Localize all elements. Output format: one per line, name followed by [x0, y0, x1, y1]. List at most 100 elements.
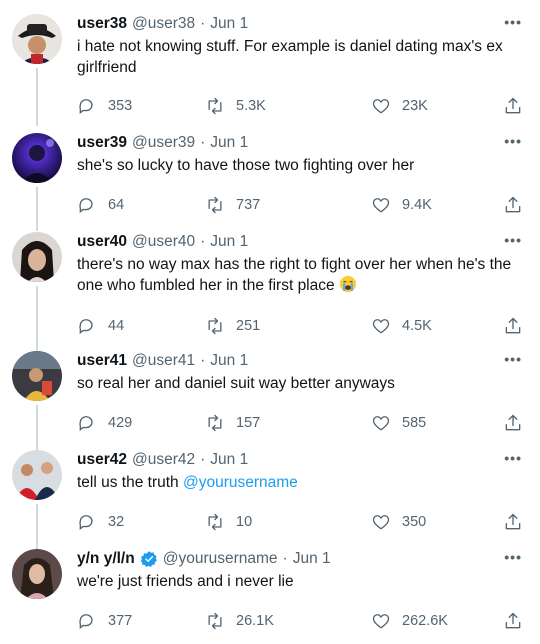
share-icon: [505, 317, 521, 334]
reply-button[interactable]: 64: [77, 195, 124, 215]
reply-count: 32: [108, 514, 125, 530]
reply-button[interactable]: 32: [77, 512, 124, 532]
more-options-icon[interactable]: •••: [504, 450, 522, 466]
more-options-icon[interactable]: •••: [504, 351, 522, 367]
username[interactable]: @user38: [132, 15, 195, 33]
like-button[interactable]: 585: [371, 413, 426, 433]
more-options-icon[interactable]: •••: [504, 232, 522, 248]
like-button[interactable]: 262.6K: [371, 611, 448, 631]
heart-icon: [372, 198, 390, 213]
tweet-actions: 353 5.3K 23K: [77, 96, 527, 118]
tweet-actions: 377 26.1K 262.6K: [77, 611, 527, 633]
share-button[interactable]: [503, 316, 534, 336]
reply-button[interactable]: 44: [77, 316, 124, 336]
separator: ·: [282, 550, 288, 567]
retweet-button[interactable]: 157: [205, 413, 260, 433]
timestamp[interactable]: Jun 1: [210, 451, 248, 469]
reply-icon: [79, 515, 93, 531]
like-button[interactable]: 23K: [371, 96, 428, 116]
retweet-icon: [208, 317, 222, 335]
retweet-button[interactable]: 737: [205, 195, 260, 215]
share-icon: [505, 513, 521, 530]
username[interactable]: @user42: [132, 451, 195, 469]
username[interactable]: @user39: [132, 134, 195, 152]
reply-count: 44: [108, 318, 125, 334]
tweet-actions: 44 251 4.5K: [77, 316, 527, 338]
like-button[interactable]: 4.5K: [371, 316, 432, 336]
retweet-count: 26.1K: [236, 613, 274, 629]
avatar[interactable]: [12, 14, 62, 64]
timestamp[interactable]: Jun 1: [293, 550, 331, 568]
avatar[interactable]: [12, 549, 62, 599]
reply-icon: [79, 416, 93, 432]
avatar[interactable]: [12, 232, 62, 282]
reply-icon: [79, 198, 93, 214]
timestamp[interactable]: Jun 1: [210, 233, 248, 251]
reply-button[interactable]: 377: [77, 611, 132, 631]
retweet-count: 10: [236, 514, 253, 530]
share-button[interactable]: [503, 413, 534, 433]
reply-count: 64: [108, 197, 125, 213]
username[interactable]: @yourusername: [163, 550, 278, 568]
username[interactable]: @user41: [132, 352, 195, 370]
more-options-icon[interactable]: •••: [504, 133, 522, 149]
more-options-icon[interactable]: •••: [504, 14, 522, 30]
thread-line: [36, 286, 38, 353]
thread-line: [36, 187, 38, 231]
timestamp[interactable]: Jun 1: [210, 134, 248, 152]
like-count: 23K: [402, 98, 428, 114]
display-name[interactable]: user41: [77, 352, 127, 370]
avatar[interactable]: [12, 133, 62, 183]
timestamp[interactable]: Jun 1: [210, 15, 248, 33]
reply-count: 429: [108, 415, 133, 431]
retweet-icon: [208, 97, 222, 115]
tweet-text: i hate not knowing stuff. For example is…: [77, 38, 503, 76]
separator: ·: [200, 233, 206, 250]
like-count: 9.4K: [402, 197, 432, 213]
timestamp[interactable]: Jun 1: [210, 352, 248, 370]
reply-icon: [79, 614, 93, 630]
reply-count: 377: [108, 613, 133, 629]
like-button[interactable]: 350: [371, 512, 426, 532]
username[interactable]: @user40: [132, 233, 195, 251]
mention-link[interactable]: @yourusername: [183, 474, 298, 491]
retweet-icon: [208, 612, 222, 630]
separator: ·: [200, 134, 206, 151]
thread-line: [36, 68, 38, 126]
share-button[interactable]: [503, 611, 534, 631]
thread-line: [36, 405, 38, 452]
retweet-count: 157: [236, 415, 261, 431]
like-count: 4.5K: [402, 318, 432, 334]
display-name[interactable]: user39: [77, 134, 127, 152]
heart-icon: [372, 515, 390, 530]
retweet-button[interactable]: 251: [205, 316, 260, 336]
more-options-icon[interactable]: •••: [504, 549, 522, 565]
retweet-button[interactable]: 10: [205, 512, 252, 532]
share-button[interactable]: [503, 96, 534, 116]
share-button[interactable]: [503, 195, 534, 215]
retweet-icon: [208, 513, 222, 531]
avatar[interactable]: [12, 351, 62, 401]
reply-button[interactable]: 353: [77, 96, 132, 116]
display-name[interactable]: user40: [77, 233, 127, 251]
share-icon: [505, 612, 521, 629]
reply-icon: [79, 319, 93, 335]
display-name[interactable]: y/n y/l/n: [77, 550, 135, 568]
retweet-button[interactable]: 5.3K: [205, 96, 266, 116]
loudly-crying-emoji-icon: [339, 275, 357, 293]
display-name[interactable]: user38: [77, 15, 127, 33]
retweet-count: 5.3K: [236, 98, 266, 114]
share-button[interactable]: [503, 512, 534, 532]
retweet-count: 737: [236, 197, 261, 213]
share-icon: [505, 196, 521, 213]
display-name[interactable]: user42: [77, 451, 127, 469]
tweet-actions: 32 10 350: [77, 512, 527, 534]
retweet-button[interactable]: 26.1K: [205, 611, 274, 631]
reply-thread: user38 @user38 · Jun 1 ••• i hate not kn…: [0, 0, 540, 644]
retweet-icon: [208, 414, 222, 432]
like-button[interactable]: 9.4K: [371, 195, 432, 215]
reply-button[interactable]: 429: [77, 413, 132, 433]
avatar[interactable]: [12, 450, 62, 500]
thread-line: [36, 504, 38, 551]
like-count: 585: [402, 415, 427, 431]
